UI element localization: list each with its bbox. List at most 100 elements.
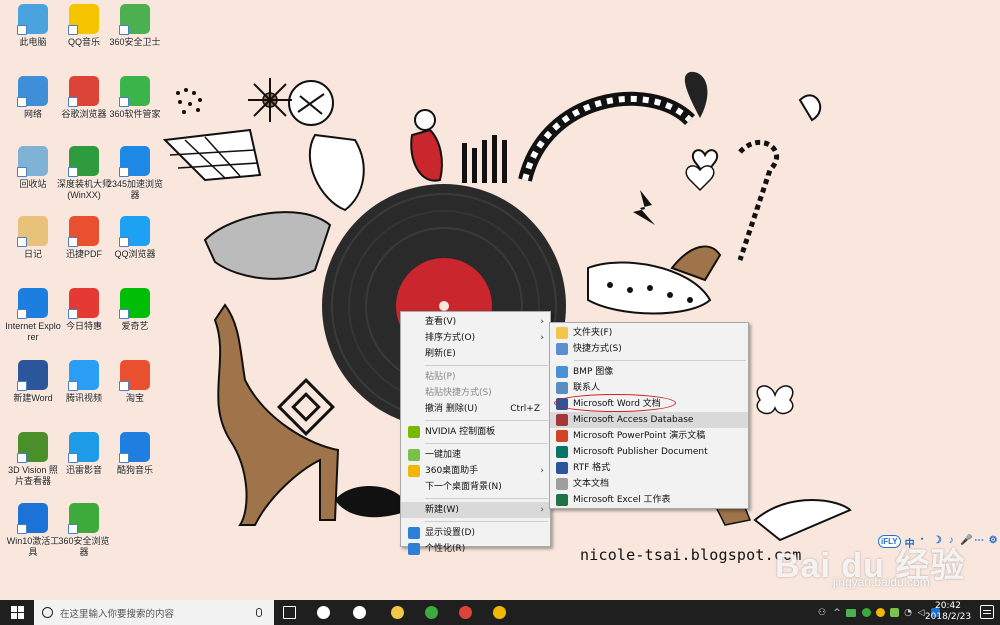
360-security-icon (119, 4, 150, 35)
tray-expand-icon[interactable]: ^ (832, 600, 842, 625)
start-button[interactable] (0, 600, 34, 625)
ime-punctuation-icon[interactable]: ⠂ (919, 535, 929, 547)
desktop-icon[interactable]: Internet Explorer (4, 288, 62, 343)
desktop-icon[interactable]: 今日特惠 (55, 288, 113, 332)
desktop-icon[interactable]: 360软件管家 (106, 76, 164, 120)
qq-browser-icon (119, 216, 150, 247)
tray-security-icon[interactable] (874, 600, 886, 625)
menu-item[interactable]: 一键加速 (401, 447, 550, 463)
ime-settings-icon[interactable]: ⚙ (988, 535, 998, 547)
menu-item[interactable]: RTF 格式 (550, 460, 748, 476)
wifi-icon[interactable]: ◔ (902, 600, 914, 625)
desktop-icon[interactable]: 谷歌浏览器 (55, 76, 113, 120)
menu-item-label: 撤消 删除(U) (425, 404, 478, 414)
ifly-ime-toolbar[interactable]: iFLY 中 ⠂ ☽ ♪ 🎤 ⋯ ⚙ (874, 531, 998, 551)
menu-item-label: 快捷方式(S) (573, 344, 622, 354)
desktop-icon-label: 今日特惠 (65, 321, 102, 331)
desktop-icon[interactable]: 日记 (4, 216, 62, 260)
desktop-icon[interactable]: 淘宝 (106, 360, 164, 404)
action-center-icon[interactable] (980, 605, 994, 619)
menu-item-label: 粘贴(P) (425, 372, 456, 382)
desktop-icon[interactable]: 新建Word (4, 360, 62, 404)
menu-item[interactable]: NVIDIA 控制面板 (401, 424, 550, 440)
menu-item[interactable]: Microsoft Publisher Document (550, 444, 748, 460)
ime-chinese-mode-icon[interactable]: 中 (905, 535, 915, 550)
system-clock[interactable]: 20:42 2018/2/23 (922, 601, 974, 623)
360-browser-icon[interactable] (422, 603, 440, 621)
menu-item[interactable]: Microsoft Access Database (550, 412, 748, 428)
speedup-icon (408, 449, 420, 461)
menu-item-label: BMP 图像 (573, 367, 614, 377)
menu-item[interactable]: 个性化(R) (401, 541, 550, 557)
desktop-icon[interactable]: 网络 (4, 76, 62, 120)
desktop-icon[interactable]: QQ浏览器 (106, 216, 164, 260)
ime-halfwidth-icon[interactable]: ☽ (932, 535, 942, 547)
desktop-icon[interactable]: QQ音乐 (55, 4, 113, 48)
word-highlight-circle (554, 394, 676, 412)
desktop-icon[interactable]: 360安全浏览器 (55, 503, 113, 558)
desktop-icon[interactable]: 迅雷影音 (55, 432, 113, 476)
desktop-icon[interactable]: 酷狗音乐 (106, 432, 164, 476)
desktop-icon[interactable]: Win10激活工具 (4, 503, 62, 558)
windows-activate-icon (17, 503, 48, 534)
menu-item[interactable]: Microsoft PowerPoint 演示文稿 (550, 428, 748, 444)
menu-item[interactable]: 查看(V) › (401, 314, 550, 330)
2345-browser-icon (119, 146, 150, 177)
ime-skin-icon[interactable]: ♪ (946, 535, 956, 547)
tray-app-icon[interactable] (888, 600, 900, 625)
desktop-icon[interactable]: 回收站 (4, 146, 62, 190)
desktop-icon-label: 迅捷PDF (65, 249, 102, 259)
desktop-icon[interactable]: 爱奇艺 (106, 288, 164, 332)
desktop-icon[interactable]: 腾讯视频 (55, 360, 113, 404)
desktop-icon[interactable]: 此电脑 (4, 4, 62, 48)
windows-logo-icon (10, 606, 24, 619)
edge-icon[interactable] (350, 603, 368, 621)
menu-item[interactable]: 文件夹(F) (550, 325, 748, 341)
ime-more-icon[interactable]: ⋯ (974, 535, 984, 547)
desktop-icon[interactable]: 迅捷PDF (55, 216, 113, 260)
menu-separator (425, 521, 548, 522)
chevron-right-icon: › (540, 333, 544, 343)
menu-item[interactable]: Microsoft Excel 工作表 (550, 492, 748, 508)
menu-item[interactable]: 新建(W) › (401, 502, 550, 518)
menu-item[interactable]: 联系人 (550, 380, 748, 396)
microphone-icon[interactable] (256, 608, 262, 617)
taskbar: 在这里输入你要搜索的内容 ⚇ ^ ◔ ◁ 20:42 2018/2/23 (0, 600, 1000, 625)
desktop-icon[interactable]: 360安全卫士 (106, 4, 164, 48)
file-explorer-icon[interactable] (388, 603, 406, 621)
tray-360-icon[interactable] (860, 600, 872, 625)
desktop-icon[interactable]: 3D Vision 照片查看器 (4, 432, 62, 487)
fan-app-icon[interactable] (314, 603, 332, 621)
360-desktop-icon (408, 465, 420, 477)
ime-voice-icon[interactable]: 🎤 (960, 535, 972, 547)
ifly-badge[interactable]: iFLY (878, 534, 901, 548)
menu-item[interactable]: 文本文档 (550, 476, 748, 492)
menu-item[interactable]: 撤消 删除(U) Ctrl+Z (401, 401, 550, 417)
computer-icon (17, 4, 48, 35)
chrome-icon (68, 76, 99, 107)
chrome-icon[interactable] (456, 603, 474, 621)
taskbar-search-box[interactable]: 在这里输入你要搜索的内容 (34, 600, 274, 625)
menu-item[interactable]: 360桌面助手 › (401, 463, 550, 479)
network-icon (17, 76, 48, 107)
tray-app-green-icon[interactable] (845, 600, 857, 625)
chevron-right-icon: › (540, 317, 544, 327)
desktop-icon[interactable]: 深度装机大师(WinXX) (55, 146, 113, 201)
people-icon[interactable]: ⚇ (815, 600, 829, 625)
menu-item[interactable]: 显示设置(D) (401, 525, 550, 541)
task-view-icon[interactable] (280, 603, 298, 621)
menu-item[interactable]: 快捷方式(S) (550, 341, 748, 357)
folder-icon (556, 327, 568, 339)
menu-item[interactable]: BMP 图像 (550, 364, 748, 380)
360-game-icon[interactable] (490, 603, 508, 621)
desktop[interactable]: 此电脑 QQ音乐 360安全卫士网络 谷歌浏览器 360软件管家 回收站 深度装机大师(Wi… (0, 0, 1000, 600)
menu-item[interactable]: 下一个桌面背景(N) (401, 479, 550, 495)
menu-item-label: 下一个桌面背景(N) (425, 482, 502, 492)
desktop-icon-label: 爱奇艺 (121, 321, 149, 331)
menu-item[interactable]: 排序方式(O) › (401, 330, 550, 346)
qq-music-icon (68, 4, 99, 35)
desktop-icon-label: Internet Explorer (5, 321, 61, 342)
desktop-icon[interactable]: 2345加速浏览器 (106, 146, 164, 201)
desktop-icon-label: 360安全卫士 (109, 37, 161, 47)
menu-item[interactable]: 刷新(E) (401, 346, 550, 362)
